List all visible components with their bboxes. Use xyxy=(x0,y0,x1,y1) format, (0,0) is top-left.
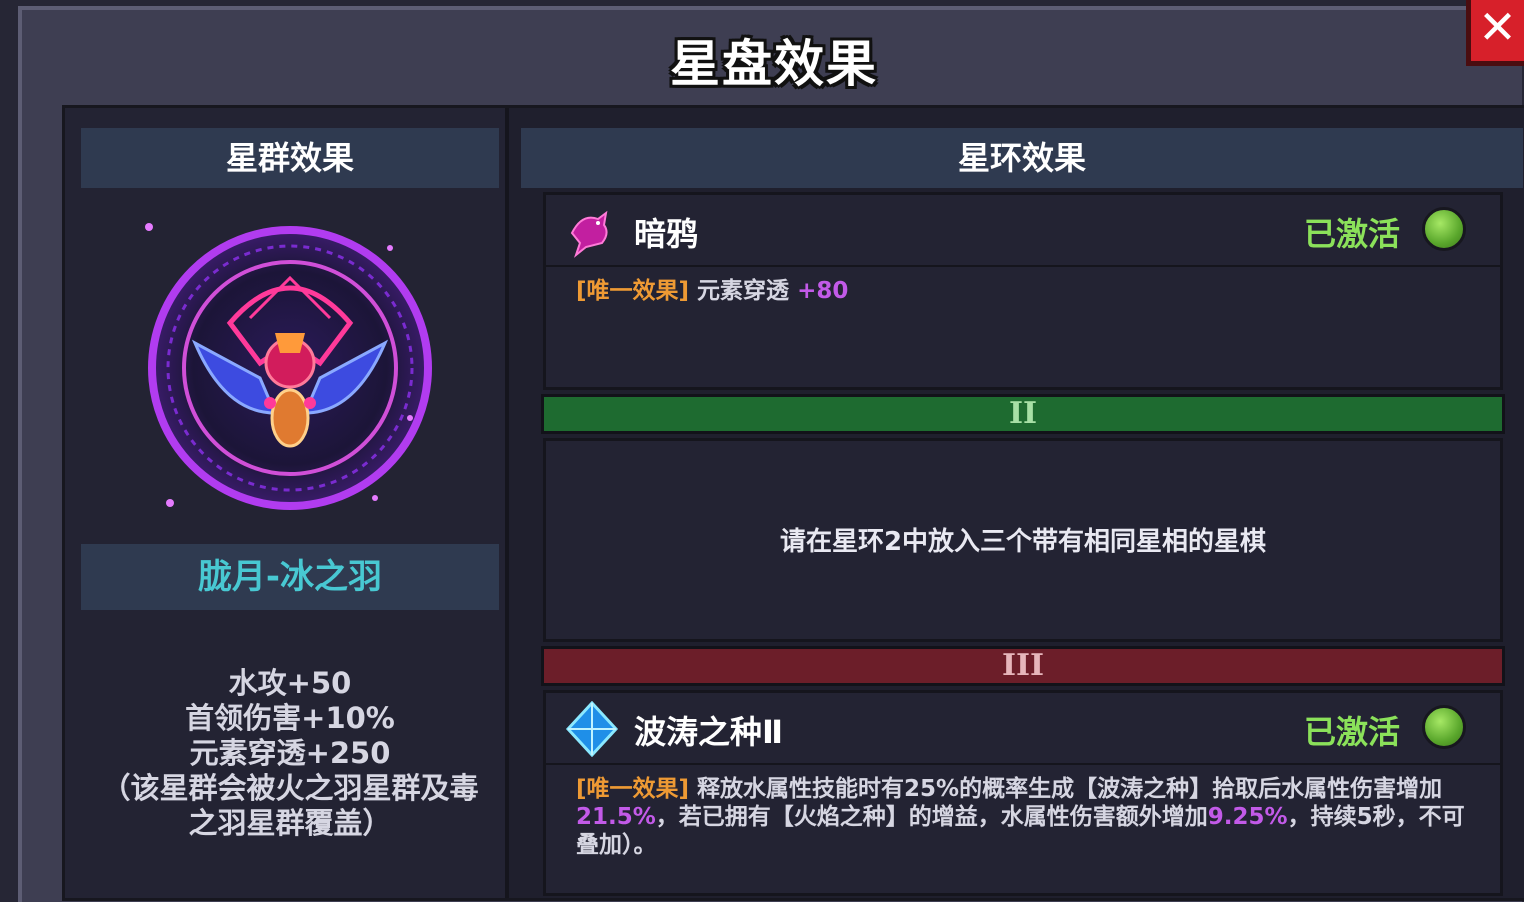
cluster-stat-line: （该星群会被火之羽星群及毒 xyxy=(101,771,479,805)
close-button[interactable]: ✕ xyxy=(1466,0,1524,66)
desc-text: ，若已拥有【火焰之种】的增益，水属性伤害额外增加 xyxy=(655,804,1208,830)
cluster-stat-line: 之羽星群覆盖） xyxy=(188,806,392,840)
desc-value: +80 xyxy=(797,278,849,304)
desc-text: 元素穿透 xyxy=(697,278,790,304)
tier-3-bar: III xyxy=(541,646,1505,686)
active-light-icon xyxy=(1422,705,1466,749)
crow-icon xyxy=(570,210,608,258)
cluster-stat-line: 元素穿透+250 xyxy=(189,736,391,770)
dialog-content: 星群效果 胧月-冰之羽 水攻+50 首领伤害+10% 元素穿透+250 （该星群… xyxy=(62,105,1524,901)
dialog-title: 星盘效果 xyxy=(670,35,878,93)
rings-header: 星环效果 xyxy=(521,128,1523,188)
cluster-name: 胧月-冰之羽 xyxy=(81,544,499,610)
ring-2-panel: 请在星环2中放入三个带有相同星相的星棋 xyxy=(543,438,1503,642)
cluster-emblem-icon xyxy=(145,223,432,510)
desc-value: 21.5% xyxy=(576,804,656,830)
cluster-stat-line: 水攻+50 xyxy=(228,666,352,700)
ring-1-row: 暗鸦 已激活 xyxy=(546,195,1500,267)
ring-3-name: 波涛之种Ⅱ xyxy=(634,713,784,751)
star-chart-dialog: 星盘效果 星群效果 胧月-冰之羽 水攻+50 首领伤害+10% 元素穿透+250… xyxy=(18,6,1524,902)
ring-3-panel: 波涛之种Ⅱ 已激活 [唯一效果] 释放水属性技能时有25%的概率生成【波涛之种】… xyxy=(543,690,1503,896)
ring-3-status: 已激活 xyxy=(1304,713,1401,751)
ring-1-status: 已激活 xyxy=(1304,215,1401,253)
ring-3-row: 波涛之种Ⅱ 已激活 xyxy=(546,693,1500,765)
ring-3-desc: [唯一效果] 释放水属性技能时有25%的概率生成【波涛之种】拾取后水属性伤害增加… xyxy=(576,775,1476,859)
ring-1-name: 暗鸦 xyxy=(634,215,699,253)
ring-1-panel: 暗鸦 已激活 [唯一效果] 元素穿透 +80 xyxy=(543,192,1503,390)
cluster-stat-line: 首领伤害+10% xyxy=(185,701,395,735)
ring-2-hint: 请在星环2中放入三个带有相同星相的星棋 xyxy=(779,527,1267,557)
desc-value: 9.25% xyxy=(1207,804,1288,830)
cluster-header: 星群效果 xyxy=(81,128,499,188)
cluster-stats: 水攻+50 首领伤害+10% 元素穿透+250 （该星群会被火之羽星群及毒 之羽… xyxy=(75,666,505,841)
crystal-icon xyxy=(565,701,619,757)
cluster-panel: 星群效果 胧月-冰之羽 水攻+50 首领伤害+10% 元素穿透+250 （该星群… xyxy=(65,108,509,898)
active-light-icon xyxy=(1422,207,1466,251)
ring-1-desc: [唯一效果] 元素穿透 +80 xyxy=(576,277,1476,305)
desc-text: 释放水属性技能时有25%的概率生成【波涛之种】拾取后水属性伤害增加 xyxy=(697,776,1443,802)
unique-effect-tag: [唯一效果] xyxy=(576,776,690,802)
tier-2-bar: II xyxy=(541,394,1505,434)
unique-effect-tag: [唯一效果] xyxy=(576,278,690,304)
